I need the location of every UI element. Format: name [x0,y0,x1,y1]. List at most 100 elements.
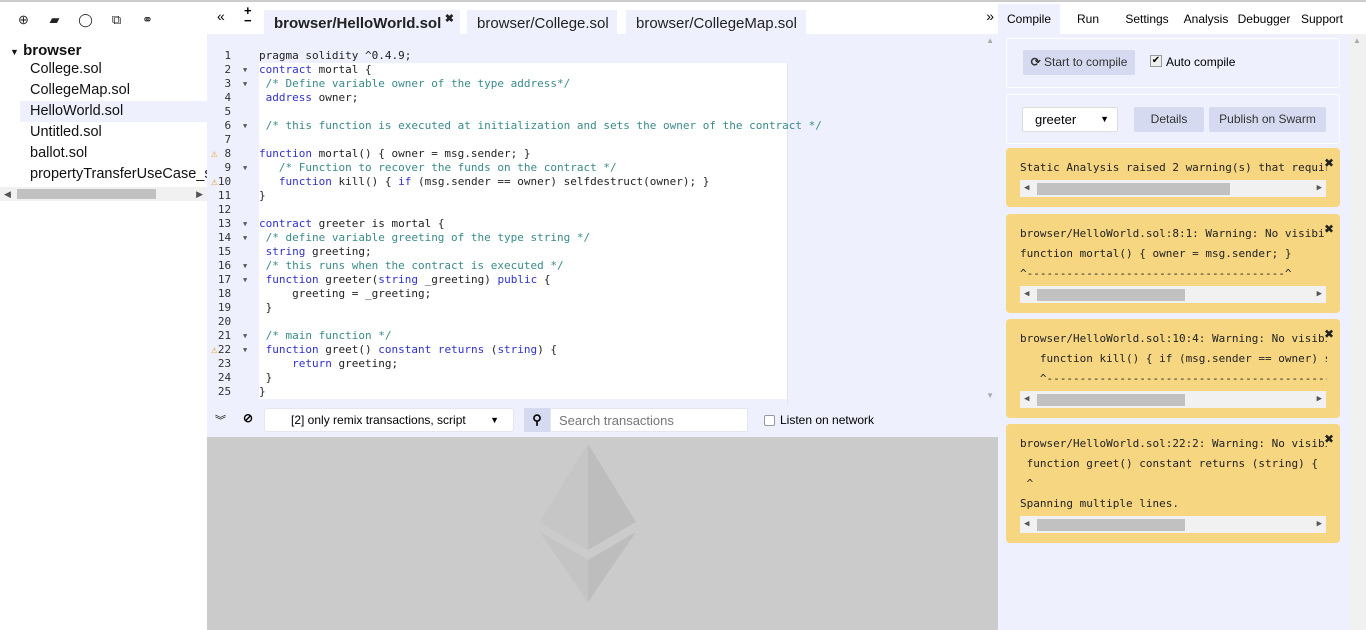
file-item[interactable]: College.sol [0,59,207,80]
code-line[interactable]: 16 ▼ /* this runs when the contract is e… [207,259,998,273]
fold-arrow-icon[interactable]: ▼ [243,119,247,133]
line-number: 19 [217,301,251,314]
tab-analysis[interactable]: Analysis [1178,4,1234,34]
code-line[interactable]: 6 ▼ /* this function is executed at init… [207,119,998,133]
auto-compile-checkbox[interactable]: ✔ [1150,55,1162,67]
line-number: 1 [224,49,251,62]
warning-scrollbar[interactable]: ◀ ▶ [1020,391,1326,408]
details-button[interactable]: Details [1134,107,1204,132]
right-scrollbar[interactable]: ▲ [1349,34,1366,630]
contract-select[interactable]: greeter ▼ [1022,107,1118,132]
tab-compile[interactable]: Compile [998,4,1060,34]
transaction-filter-select[interactable]: [2] only remix transactions, script ▼ [264,408,514,432]
search-transactions-input[interactable] [550,408,748,432]
fold-arrow-icon[interactable]: ▼ [243,273,247,287]
plus-circle-icon[interactable]: ⊕ [8,12,39,28]
code-line[interactable]: 9 ▼ /* Function to recover the funds on … [207,161,998,175]
fold-arrow-icon[interactable]: ▼ [243,259,247,273]
close-tab-icon[interactable]: ✖ [445,12,454,25]
line-number: 23 [217,357,251,370]
warning-scrollbar[interactable]: ◀ ▶ [1020,180,1326,197]
code-line[interactable]: 4 address owner; [207,91,998,105]
code-text: function mortal() { owner = msg.sender; … [259,147,787,161]
minimize-terminal-icon[interactable]: ︾ [215,412,226,428]
code-text: } [259,301,787,315]
auto-compile-label: Auto compile [1166,55,1236,69]
compile-card: ⟳ Start to compile ✔ Auto compile [1006,38,1340,88]
warning-text: function greet() constant returns (strin… [1020,457,1319,470]
code-line[interactable]: 15 string greeting; [207,245,998,259]
code-line[interactable]: 10 ⚠ function kill() { if (msg.sender ==… [207,175,998,189]
scroll-down-icon[interactable]: ▼ [986,391,994,400]
fold-arrow-icon[interactable]: ▼ [243,161,247,175]
code-line[interactable]: 5 [207,105,998,119]
fold-arrow-icon[interactable]: ▼ [243,329,247,343]
code-line[interactable]: 19 } [207,301,998,315]
link-icon[interactable]: ⚭ [132,12,163,28]
zoom-icon[interactable]: + − [244,4,252,27]
fold-arrow-icon[interactable]: ▼ [243,77,247,91]
tab-support[interactable]: Support [1294,4,1350,34]
warning-text: browser/HelloWorld.sol:8:1: Warning: No … [1020,227,1327,240]
code-line[interactable]: 12 [207,203,998,217]
tab-helloworld[interactable]: browser/HelloWorld.sol ✖ [264,10,460,34]
github-icon[interactable]: ◯ [70,12,101,28]
clear-terminal-icon[interactable]: ⊘ [243,411,253,425]
start-compile-button[interactable]: ⟳ Start to compile [1023,50,1135,75]
warning-scrollbar[interactable]: ◀ ▶ [1020,516,1326,533]
code-line[interactable]: 8 ⚠ function mortal() { owner = msg.sende… [207,147,998,161]
folder-browser[interactable]: ▼ browser [0,36,207,59]
warning-scrollbar[interactable]: ◀ ▶ [1020,286,1326,303]
warning-icon[interactable]: ⚠ [211,147,218,161]
file-item[interactable]: HelloWorld.sol [20,101,207,122]
fold-arrow-icon[interactable]: ▼ [243,343,247,357]
folder-open-icon[interactable]: ▰ [39,12,70,28]
right-panel: Compile Run Settings Analysis Debugger Suppor… [998,4,1366,630]
file-item[interactable]: propertyTransferUseCase_sol [0,164,207,185]
tab-debugger[interactable]: Debugger [1234,4,1294,34]
warning-text: Spanning multiple lines. [1020,497,1179,510]
publish-swarm-button[interactable]: Publish on Swarm [1209,107,1326,132]
code-line[interactable]: 25 } [207,385,998,399]
copy-icon[interactable]: ⧉ [101,12,132,28]
explorer-scrollbar[interactable]: ◀ ▶ [0,187,207,201]
code-line[interactable]: 24 } [207,371,998,385]
code-line[interactable]: 13 ▼ contract greeter is mortal { [207,217,998,231]
code-line[interactable]: 11 } [207,189,998,203]
fold-arrow-icon[interactable]: ▼ [243,217,247,231]
code-line[interactable]: 7 [207,133,998,147]
file-item[interactable]: Untitled.sol [0,122,207,143]
code-editor[interactable]: 1 pragma solidity ^0.4.9; 2 ▼ contract mor… [207,34,998,404]
tab-settings[interactable]: Settings [1116,4,1178,34]
file-item[interactable]: CollegeMap.sol [0,80,207,101]
code-line[interactable]: 21 ▼ /* main function */ [207,329,998,343]
close-warning-icon[interactable]: ✖ [1324,327,1334,341]
close-warning-icon[interactable]: ✖ [1324,156,1334,170]
warning-icon[interactable]: ⚠ [211,175,218,189]
tab-run[interactable]: Run [1060,4,1116,34]
tab-collegemap[interactable]: browser/CollegeMap.sol [626,10,806,34]
collapse-left-icon[interactable]: « [217,8,225,24]
warning-icon[interactable]: ⚠ [211,343,218,357]
collapse-right-icon[interactable]: » [986,8,994,24]
start-compile-label: Start to compile [1044,55,1128,69]
tab-college[interactable]: browser/College.sol [467,10,617,34]
code-line[interactable]: 14 ▼ /* define variable greeting of the … [207,231,998,245]
close-warning-icon[interactable]: ✖ [1324,222,1334,236]
scroll-up-icon[interactable]: ▲ [986,36,994,45]
code-line[interactable]: 18 greeting = _greeting; [207,287,998,301]
fold-arrow-icon[interactable]: ▼ [243,63,247,77]
code-line[interactable]: 3 ▼ /* Define variable owner of the type… [207,77,998,91]
fold-arrow-icon[interactable]: ▼ [243,231,247,245]
code-line[interactable]: 2 ▼ contract mortal { [207,63,998,77]
listen-checkbox[interactable] [764,415,775,426]
code-line[interactable]: 23 return greeting; [207,357,998,371]
code-line[interactable]: 17 ▼ function greeter(string _greeting) … [207,273,998,287]
close-warning-icon[interactable]: ✖ [1324,432,1334,446]
code-text: } [259,371,787,385]
line-number: 24 [217,371,251,384]
code-line[interactable]: 22 ▼ ⚠ function greet() constant returns … [207,343,998,357]
code-line[interactable]: 20 [207,315,998,329]
file-item[interactable]: ballot.sol [0,143,207,164]
code-line[interactable]: 1 pragma solidity ^0.4.9; [207,49,998,63]
